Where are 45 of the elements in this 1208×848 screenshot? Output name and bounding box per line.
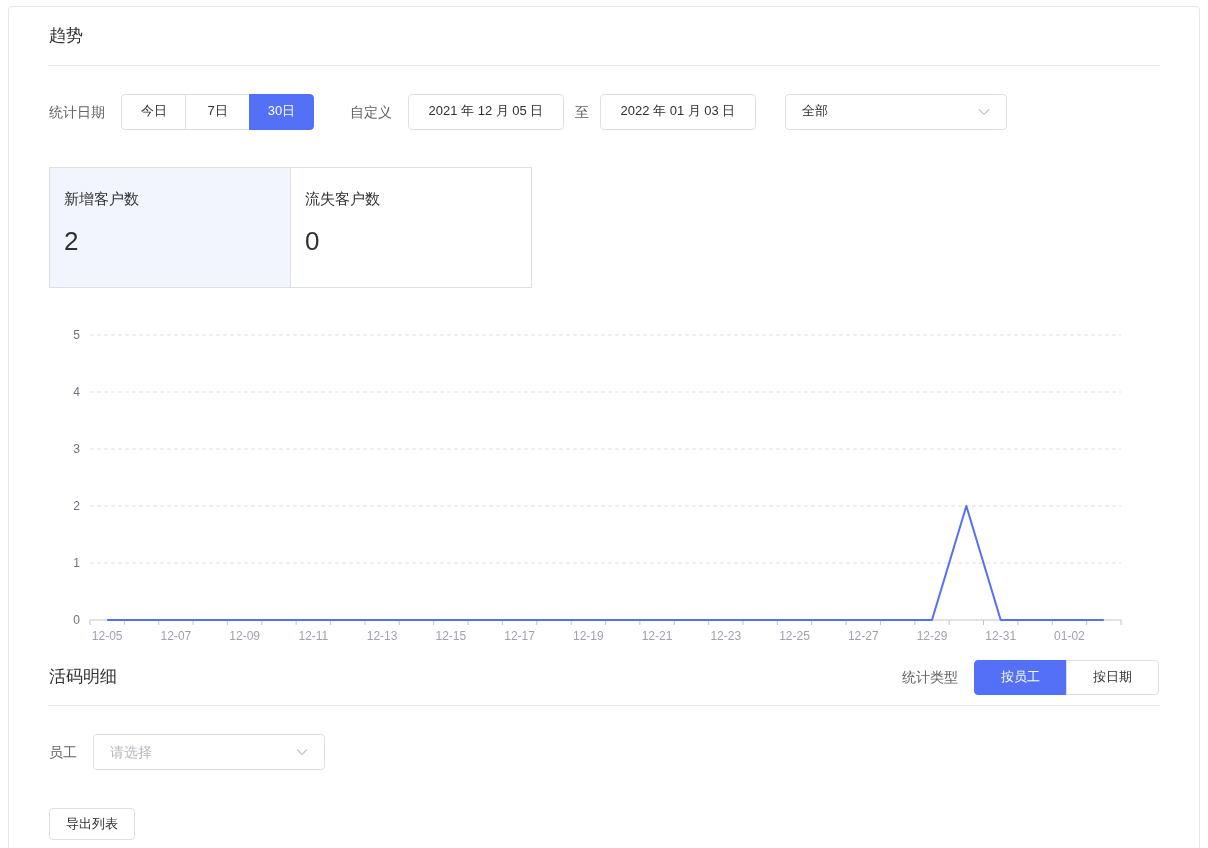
export-button[interactable]: 导出列表	[49, 807, 135, 840]
chevron-down-icon	[296, 747, 308, 756]
type-label: 统计类型	[902, 668, 958, 687]
x-tick-label: 12-13	[366, 628, 398, 643]
employee-label: 员工	[49, 742, 77, 762]
x-tick-label: 01-02	[1054, 628, 1085, 643]
y-tick-label: 0	[73, 612, 80, 627]
x-tick-label: 12-15	[435, 628, 467, 643]
x-tick-label: 12-07	[160, 628, 192, 643]
x-tick-label: 12-09	[229, 628, 260, 643]
x-tick-label: 12-25	[779, 628, 810, 643]
range-tab[interactable]: 7日	[185, 93, 250, 130]
x-tick-label: 12-27	[847, 628, 879, 643]
stat-card[interactable]: 流失客户数 0	[290, 166, 532, 288]
range-tab[interactable]: 今日	[121, 93, 186, 130]
section-title: 趋势	[49, 26, 83, 45]
stat-label: 流失客户数	[305, 188, 381, 209]
section-title: 活码明细	[49, 666, 117, 689]
x-tick-label: 12-23	[710, 628, 742, 643]
start-date-field[interactable]: 2021 年 12 月 05 日	[408, 93, 564, 130]
x-tick-label: 12-05	[91, 628, 123, 643]
x-tick-label: 12-19	[572, 628, 604, 643]
x-tick-label: 12-31	[985, 628, 1017, 643]
type-tab[interactable]: 按员工	[974, 659, 1067, 695]
stat-label: 新增客户数	[64, 188, 140, 209]
filter-label: 统计日期	[49, 102, 105, 122]
scope-select[interactable]: 全部	[785, 93, 1007, 130]
end-date-field[interactable]: 2022 年 01 月 03 日	[600, 93, 756, 130]
x-tick-label: 12-11	[298, 628, 329, 643]
y-tick-label: 4	[73, 384, 80, 399]
chevron-down-icon	[978, 107, 990, 116]
range-tab[interactable]: 30日	[249, 93, 314, 130]
y-tick-label: 2	[73, 498, 80, 513]
separator-text: 至	[575, 102, 589, 122]
y-tick-label: 5	[73, 327, 80, 342]
stat-card[interactable]: 新增客户数 2	[49, 166, 291, 288]
stat-value: 0	[305, 225, 321, 258]
y-tick-label: 3	[73, 441, 80, 456]
x-tick-label: 12-29	[916, 628, 948, 643]
x-tick-label: 12-17	[504, 628, 535, 643]
y-tick-label: 1	[73, 555, 80, 570]
type-tab[interactable]: 按日期	[1066, 659, 1159, 695]
custom-label: 自定义	[350, 102, 392, 122]
stat-value: 2	[64, 225, 80, 258]
x-tick-label: 12-21	[641, 628, 673, 643]
